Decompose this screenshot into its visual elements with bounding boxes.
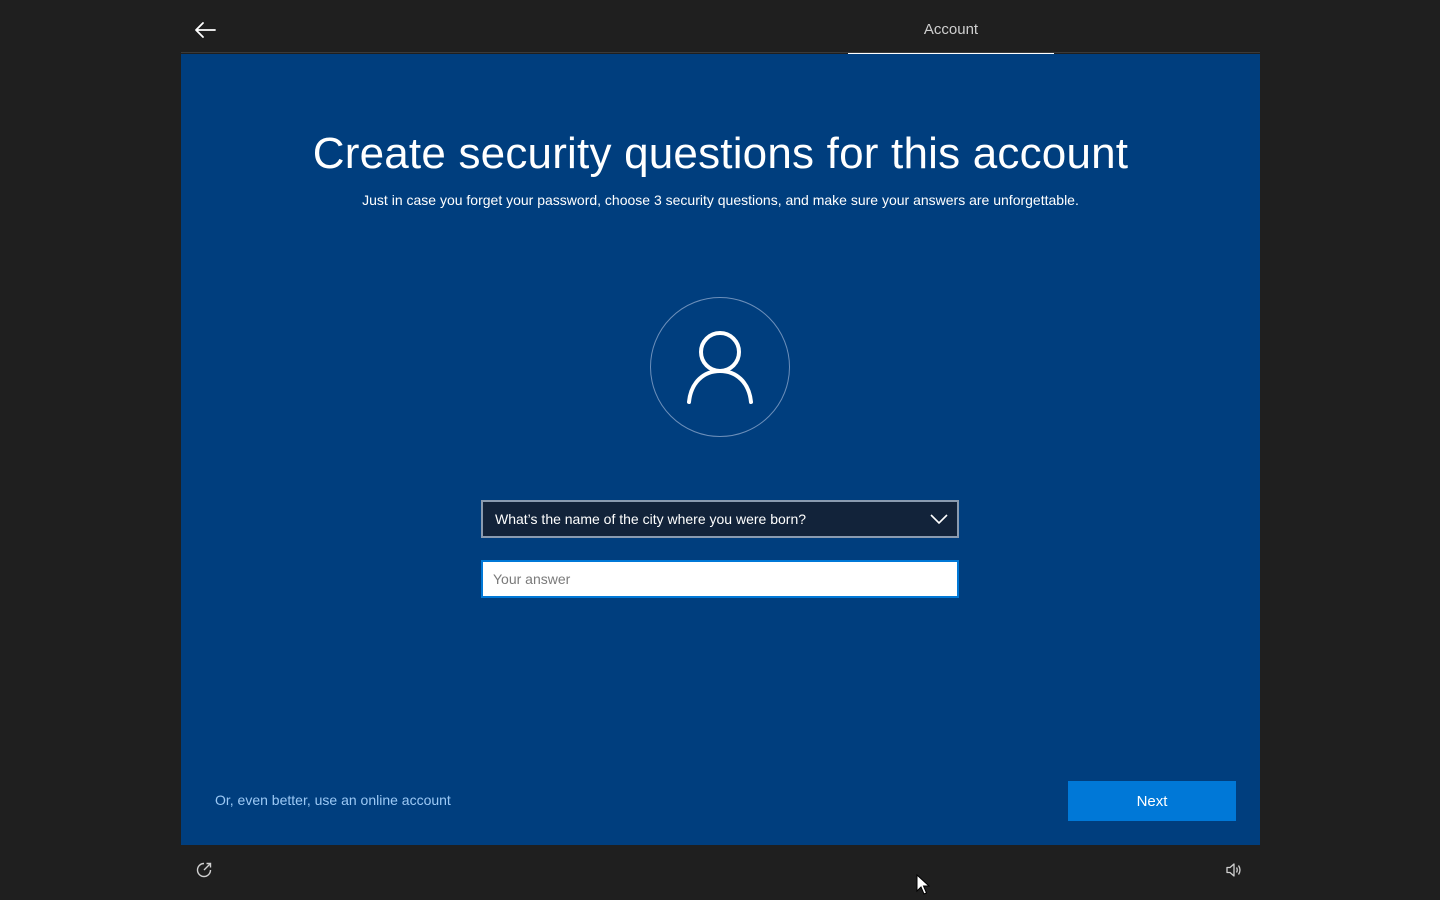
page-title: Create security questions for this accou… (312, 129, 1129, 178)
volume-icon (1226, 863, 1241, 877)
online-account-link[interactable]: Or, even better, use an online account (215, 792, 451, 808)
security-question-select[interactable]: What’s the name of the city where you we… (481, 500, 959, 538)
security-question-value: What’s the name of the city where you we… (495, 511, 807, 527)
oobe-screen: Account Create security questions for th… (0, 0, 1440, 900)
setup-panel: Create security questions for this accou… (181, 54, 1260, 845)
ease-of-access-icon (196, 862, 212, 878)
volume-button[interactable] (1220, 856, 1248, 884)
chevron-down-icon (921, 501, 957, 537)
next-button[interactable]: Next (1068, 781, 1236, 821)
tab-account[interactable]: Account (848, 0, 1054, 54)
user-icon (687, 331, 753, 404)
ease-of-access-button[interactable] (190, 856, 218, 884)
back-button[interactable] (188, 14, 222, 46)
back-arrow-icon (195, 22, 216, 38)
page-subtitle: Just in case you forget your password, c… (362, 192, 1079, 208)
answer-input[interactable] (481, 560, 959, 598)
mouse-cursor-icon (916, 874, 930, 895)
avatar (650, 297, 790, 437)
header-divider (181, 52, 1260, 53)
